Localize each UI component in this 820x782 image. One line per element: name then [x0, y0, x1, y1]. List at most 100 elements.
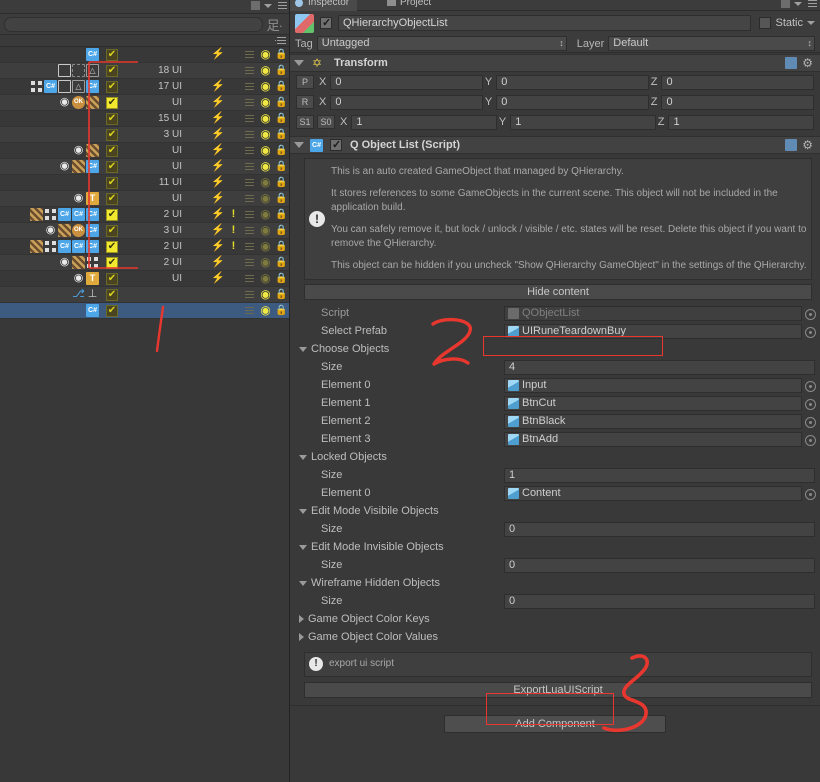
object-field[interactable]: Input	[504, 377, 816, 393]
layers-icon[interactable]	[243, 160, 256, 173]
visibility-eye-icon[interactable]	[259, 208, 272, 221]
gameobject-name-input[interactable]: QHierarchyObjectList	[338, 15, 752, 31]
size-field[interactable]: 0	[504, 557, 815, 573]
object-picker-icon[interactable]	[805, 398, 816, 410]
transform-field-y[interactable]: 0	[496, 74, 649, 90]
visibility-eye-icon[interactable]	[259, 112, 272, 125]
static-checkbox[interactable]	[759, 17, 772, 29]
hierarchy-row-checkbox[interactable]: ✔	[106, 65, 118, 77]
search-input[interactable]	[4, 16, 263, 32]
qobjectlist-enabled-checkbox[interactable]	[330, 138, 342, 151]
layers-icon[interactable]	[243, 240, 256, 253]
layers-icon[interactable]	[243, 288, 256, 301]
visibility-eye-icon[interactable]	[259, 64, 272, 77]
hierarchy-row-checkbox[interactable]: ✔	[106, 273, 118, 285]
lock-icon[interactable]	[275, 160, 288, 173]
object-field[interactable]: Content	[504, 485, 816, 501]
hierarchy-row[interactable]: ✔ UI	[0, 159, 289, 175]
hierarchy-row[interactable]: ✔ 18 UI	[0, 63, 289, 79]
prefab-bolt-icon[interactable]	[211, 80, 224, 93]
hierarchy-row[interactable]: ✔ 3 UI	[0, 127, 289, 143]
layers-icon[interactable]	[243, 48, 256, 61]
gear-icon[interactable]: ⚙	[802, 139, 813, 151]
transform-toggle-r[interactable]: R	[296, 95, 314, 109]
prefab-bolt-icon[interactable]	[211, 176, 224, 189]
prefab-bolt-icon[interactable]	[211, 256, 224, 269]
hierarchy-row-checkbox[interactable]: ✔	[106, 305, 118, 317]
visibility-eye-icon[interactable]	[259, 288, 272, 301]
tab-project[interactable]: Project	[382, 0, 439, 11]
gear-icon[interactable]: ⚙	[802, 57, 813, 69]
hierarchy-row-checkbox[interactable]: ✔	[106, 193, 118, 205]
gameobject-enabled-checkbox[interactable]	[320, 16, 332, 29]
property-foldout-icon[interactable]	[299, 454, 307, 460]
transform-field-z[interactable]: 0	[661, 94, 815, 110]
static-toggle-group[interactable]: Static	[759, 17, 815, 29]
lock-icon[interactable]	[275, 272, 288, 285]
hierarchy-row[interactable]: ✔ 11 UI	[0, 175, 289, 191]
hierarchy-row-checkbox[interactable]: ✔	[106, 209, 118, 221]
size-field[interactable]: 1	[504, 467, 815, 483]
hierarchy-row-checkbox[interactable]: ✔	[106, 225, 118, 237]
prefab-bolt-icon[interactable]	[211, 240, 224, 253]
lock-icon[interactable]	[275, 112, 288, 125]
object-field[interactable]: BtnCut	[504, 395, 816, 411]
lock-panel-icon[interactable]	[251, 1, 260, 10]
sort-alpha-icon[interactable]: 足·	[267, 15, 286, 34]
object-picker-icon[interactable]	[805, 434, 816, 446]
chevron-down-icon[interactable]	[264, 3, 272, 8]
property-foldout-icon[interactable]	[299, 346, 307, 352]
visibility-eye-icon[interactable]	[259, 224, 272, 237]
prefab-bolt-icon[interactable]	[211, 208, 224, 221]
visibility-eye-icon[interactable]	[259, 256, 272, 269]
layers-icon[interactable]	[243, 176, 256, 189]
export-lua-ui-script-button[interactable]: ExportLuaUIScript	[304, 681, 812, 698]
prefab-bolt-icon[interactable]	[211, 160, 224, 173]
lock-icon[interactable]	[275, 144, 288, 157]
layers-icon[interactable]	[243, 64, 256, 77]
object-field[interactable]: UIRuneTeardownBuy	[504, 323, 816, 339]
lock-icon[interactable]	[275, 304, 288, 317]
layers-icon[interactable]	[243, 96, 256, 109]
visibility-eye-icon[interactable]	[259, 128, 272, 141]
lock-icon[interactable]	[275, 48, 288, 61]
hierarchy-row-checkbox[interactable]: ✔	[106, 81, 118, 93]
visibility-eye-icon[interactable]	[259, 160, 272, 173]
hide-content-button[interactable]: Hide content	[304, 284, 812, 300]
prefab-bolt-icon[interactable]	[211, 144, 224, 157]
lock-icon[interactable]	[275, 96, 288, 109]
hierarchy-row-checkbox[interactable]: ✔	[106, 145, 118, 157]
add-component-button[interactable]: Add Component	[444, 714, 666, 733]
transform-toggle-s0[interactable]: S0	[317, 115, 335, 129]
hierarchy-row-checkbox[interactable]: ✔	[106, 97, 118, 109]
hierarchy-row[interactable]: ✔ 2 UI	[0, 255, 289, 271]
visibility-eye-icon[interactable]	[259, 192, 272, 205]
property-foldout-icon[interactable]	[299, 615, 304, 623]
lock-icon[interactable]	[275, 208, 288, 221]
prefab-bolt-icon[interactable]	[211, 96, 224, 109]
hierarchy-row[interactable]: ✔ 2 UI	[0, 207, 289, 223]
size-field[interactable]: 0	[504, 593, 815, 609]
hierarchy-row-checkbox[interactable]: ✔	[106, 161, 118, 173]
property-foldout-icon[interactable]	[299, 544, 307, 550]
transform-field-z[interactable]: 0	[661, 74, 815, 90]
layers-icon[interactable]	[243, 144, 256, 157]
hierarchy-row-checkbox[interactable]: ✔	[106, 49, 118, 61]
prefab-bolt-icon[interactable]	[211, 224, 224, 237]
layers-icon[interactable]	[243, 256, 256, 269]
help-book-icon[interactable]	[785, 139, 798, 151]
hierarchy-row[interactable]: ✔ 17 UI	[0, 79, 289, 95]
qhierarchy-menu-icon[interactable]	[275, 37, 286, 45]
hierarchy-row[interactable]: ✔	[0, 47, 289, 63]
hierarchy-row[interactable]: ✔ 3 UI	[0, 223, 289, 239]
warning-icon[interactable]	[227, 224, 240, 237]
hierarchy-row[interactable]: ✔ UI	[0, 271, 289, 287]
transform-field-y[interactable]: 1	[510, 114, 656, 130]
visibility-eye-icon[interactable]	[259, 272, 272, 285]
visibility-eye-icon[interactable]	[259, 96, 272, 109]
lock-icon[interactable]	[275, 288, 288, 301]
layers-icon[interactable]	[243, 208, 256, 221]
lock-icon[interactable]	[275, 256, 288, 269]
object-field[interactable]: QObjectList	[504, 305, 816, 321]
transform-toggle-s1[interactable]: S1	[296, 115, 314, 129]
